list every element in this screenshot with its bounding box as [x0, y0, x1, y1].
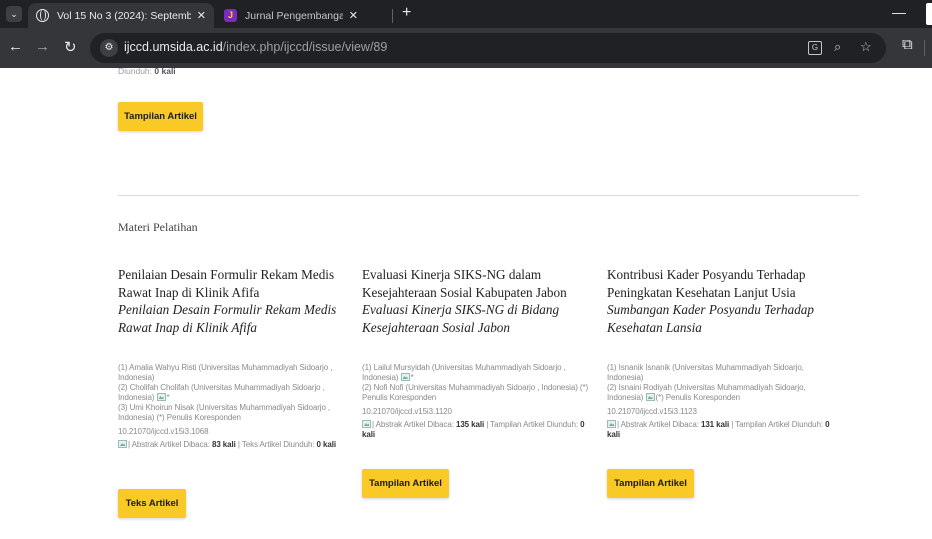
- address-bar[interactable]: ⚙ ijccd.umsida.ac.id/index.php/ijccd/iss…: [90, 33, 886, 63]
- stats-label: | Tampilan Artikel Diunduh:: [731, 420, 823, 429]
- browser-toolbar: ← → ↻ ⚙ ijccd.umsida.ac.id/index.php/ijc…: [0, 28, 932, 68]
- broken-image-icon: [156, 393, 166, 401]
- author-mark: *: [166, 393, 170, 402]
- doi[interactable]: 10.21070/ijccd.v15i3.1068: [118, 427, 350, 437]
- prev-article-downloads: Diunduh: 0 kali: [118, 68, 176, 76]
- zoom-icon[interactable]: ⌕: [834, 39, 841, 55]
- broken-image-icon: [362, 420, 371, 428]
- section-title: Materi Pelatihan: [118, 220, 198, 234]
- close-icon[interactable]: ✕: [349, 9, 358, 22]
- new-tab-plus-icon[interactable]: +: [402, 4, 411, 22]
- window-edge: [926, 3, 932, 25]
- stats-label: | Abstrak Artikel Dibaca:: [128, 440, 210, 449]
- extensions-puzzle-icon[interactable]: ⧉: [902, 36, 913, 53]
- prev-downloads-value: 0 kali: [154, 68, 176, 76]
- tab-active[interactable]: Vol 15 No 3 (2024): Septembe ✕: [28, 3, 214, 28]
- article-card: Kontribusi Kader Posyandu Terhadap Penin…: [607, 266, 839, 498]
- article-title[interactable]: Kontribusi Kader Posyandu Terhadap Penin…: [607, 266, 839, 301]
- broken-image-icon: [607, 420, 616, 428]
- toolbar-divider: [924, 40, 925, 56]
- site-info-icon[interactable]: ⚙: [100, 39, 118, 57]
- article-subtitle: Evaluasi Kinerja SIKS-NG di Bidang Kesej…: [362, 302, 560, 335]
- close-icon[interactable]: ✕: [197, 9, 206, 22]
- forward-arrow-icon[interactable]: →: [35, 38, 50, 55]
- abstract-reads: 135 kali: [455, 420, 485, 429]
- view-article-button[interactable]: Tampilan Artikel: [362, 469, 449, 498]
- stats-label: | Tampilan Artikel Diunduh:: [486, 420, 578, 429]
- broken-image-icon: [118, 440, 127, 448]
- article-meta: (1) Amalia Wahyu Risti (Universitas Muha…: [118, 363, 350, 450]
- author: (2) Isnaini Rodiyah (Universitas Muhamma…: [607, 383, 839, 403]
- stats-label: | Abstrak Artikel Dibaca:: [617, 420, 699, 429]
- broken-image-icon: [400, 373, 410, 381]
- reload-icon[interactable]: ↻: [64, 38, 77, 56]
- author: (2) Nofi Nofi (Universitas Muhammadiyah …: [362, 383, 589, 402]
- section-divider: [118, 195, 859, 196]
- broken-image-icon: [645, 393, 655, 401]
- author: (1) Amalia Wahyu Risti (Universitas Muha…: [118, 363, 333, 382]
- prev-view-article-button[interactable]: Tampilan Artikel: [118, 102, 203, 131]
- article-subtitle: Sumbangan Kader Posyandu Terhadap Keseha…: [607, 302, 814, 335]
- url-path: /index.php/ijccd/issue/view/89: [222, 40, 388, 54]
- downloads-count: 0 kali: [316, 440, 337, 449]
- tab-bar: ⌄ Vol 15 No 3 (2024): Septembe ✕ J Jurna…: [0, 0, 932, 28]
- doi[interactable]: 10.21070/ijccd.v15i3.1123: [607, 407, 839, 417]
- author-text: (*) Penulis Koresponden: [655, 393, 741, 402]
- article-stats: | Abstrak Artikel Dibaca: 135 kali | Tam…: [362, 420, 594, 440]
- journal-favicon-icon: J: [224, 9, 237, 22]
- article-card: Penilaian Desain Formulir Rekam Medis Ra…: [118, 266, 350, 518]
- tab-title: Vol 15 No 3 (2024): Septembe: [57, 9, 191, 22]
- author: (2) Cholifah Cholifah (Universitas Muham…: [118, 383, 350, 403]
- article-stats: | Abstrak Artikel Dibaca: 131 kali | Tam…: [607, 420, 839, 440]
- article-title[interactable]: Penilaian Desain Formulir Rekam Medis Ra…: [118, 266, 350, 301]
- article-subtitle: Penilaian Desain Formulir Rekam Medis Ra…: [118, 302, 337, 335]
- article-meta: (1) Isnanik Isnanik (Universitas Muhamma…: [607, 363, 839, 440]
- tab-inactive[interactable]: J Jurnal Pengembangan Budaya ✕: [216, 3, 366, 28]
- author-mark: *: [410, 373, 414, 382]
- author: (3) Umi Khoirun Nisak (Universitas Muham…: [118, 403, 331, 422]
- author-text: (2) Cholifah Cholifah (Universitas Muham…: [118, 383, 325, 402]
- article-card: Evaluasi Kinerja SIKS-NG dalam Kesejahte…: [362, 266, 594, 498]
- article-stats: | Abstrak Artikel Dibaca: 83 kali | Teks…: [118, 440, 350, 450]
- author: (1) Lailul Mursyidah (Universitas Muhamm…: [362, 363, 594, 383]
- article-title[interactable]: Evaluasi Kinerja SIKS-NG dalam Kesejahte…: [362, 266, 594, 301]
- tab-search-icon[interactable]: ⌄: [6, 6, 22, 22]
- bookmark-star-icon[interactable]: ☆: [860, 39, 872, 55]
- stats-label: | Abstrak Artikel Dibaca:: [372, 420, 454, 429]
- prev-downloads-label: Diunduh:: [118, 68, 153, 76]
- back-arrow-icon[interactable]: ←: [8, 38, 23, 55]
- article-meta: (1) Lailul Mursyidah (Universitas Muhamm…: [362, 363, 594, 440]
- tab-title: Jurnal Pengembangan Budaya: [245, 9, 343, 22]
- globe-icon: [36, 9, 49, 22]
- author-text: (1) Lailul Mursyidah (Universitas Muhamm…: [362, 363, 566, 382]
- view-article-button[interactable]: Tampilan Artikel: [607, 469, 694, 498]
- abstract-reads: 131 kali: [700, 420, 730, 429]
- doi[interactable]: 10.21070/ijccd.v15i3.1120: [362, 407, 594, 417]
- url-host: ijccd.umsida.ac.id: [124, 40, 223, 54]
- text-article-button[interactable]: Teks Artikel: [118, 489, 186, 518]
- tab-divider: [392, 9, 393, 23]
- author: (1) Isnanik Isnanik (Universitas Muhamma…: [607, 363, 804, 382]
- page-content: Diunduh: 0 kali Tampilan Artikel Materi …: [0, 68, 932, 539]
- translate-icon[interactable]: G: [808, 41, 822, 55]
- url-text[interactable]: ijccd.umsida.ac.id/index.php/ijccd/issue…: [124, 40, 387, 54]
- abstract-reads: 83 kali: [211, 440, 236, 449]
- stats-label: | Teks Artikel Diunduh:: [237, 440, 315, 449]
- minimize-icon[interactable]: —: [892, 4, 906, 20]
